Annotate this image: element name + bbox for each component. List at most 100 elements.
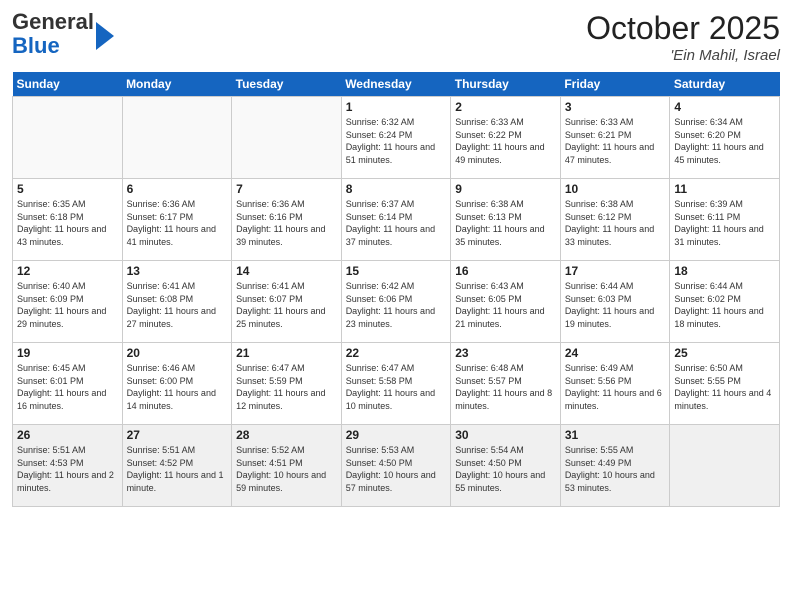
col-header-saturday: Saturday (670, 72, 780, 97)
day-cell: 10Sunrise: 6:38 AMSunset: 6:12 PMDayligh… (560, 179, 670, 261)
day-cell: 31 Sunrise: 5:55 AMSunset: 4:49 PMDayligh… (560, 425, 670, 507)
day-number: 10 (565, 182, 666, 196)
day-cell: 12Sunrise: 6:40 AMSunset: 6:09 PMDayligh… (13, 261, 123, 343)
day-number: 6 (127, 182, 228, 196)
day-number: 1 (346, 100, 447, 114)
day-number: 22 (346, 346, 447, 360)
day-info: Sunrise: 6:49 AMSunset: 5:56 PMDaylight:… (565, 362, 666, 412)
day-number: 21 (236, 346, 337, 360)
day-info: Sunrise: 6:40 AMSunset: 6:09 PMDaylight:… (17, 280, 118, 330)
day-cell: 26Sunrise: 5:51 AMSunset: 4:53 PMDayligh… (13, 425, 123, 507)
week-row-2: 5Sunrise: 6:35 AMSunset: 6:18 PMDaylight… (13, 179, 780, 261)
day-info: Sunrise: 6:43 AMSunset: 6:05 PMDaylight:… (455, 280, 556, 330)
day-cell: 16 Sunrise: 6:43 AMSunset: 6:05 PMDayligh… (451, 261, 561, 343)
day-number: 7 (236, 182, 337, 196)
day-info: Sunrise: 5:55 AMSunset: 4:49 PMDaylight:… (565, 444, 666, 494)
day-cell: 28Sunrise: 5:52 AMSunset: 4:51 PMDayligh… (232, 425, 342, 507)
col-header-tuesday: Tuesday (232, 72, 342, 97)
day-cell: 9 Sunrise: 6:38 AMSunset: 6:13 PMDaylight… (451, 179, 561, 261)
day-cell: 2Sunrise: 6:33 AMSunset: 6:22 PMDaylight… (451, 97, 561, 179)
day-cell: 17Sunrise: 6:44 AMSunset: 6:03 PMDayligh… (560, 261, 670, 343)
day-info: Sunrise: 6:37 AMSunset: 6:14 PMDaylight:… (346, 198, 447, 248)
day-number: 2 (455, 100, 556, 114)
day-cell: 6 Sunrise: 6:36 AMSunset: 6:17 PMDaylight… (122, 179, 232, 261)
day-info: Sunrise: 6:45 AMSunset: 6:01 PMDaylight:… (17, 362, 118, 412)
day-cell: 22 Sunrise: 6:47 AMSunset: 5:58 PMDayligh… (341, 343, 451, 425)
col-header-monday: Monday (122, 72, 232, 97)
day-number: 13 (127, 264, 228, 278)
day-cell: 18 Sunrise: 6:44 AMSunset: 6:02 PMDayligh… (670, 261, 780, 343)
day-number: 3 (565, 100, 666, 114)
day-number: 29 (346, 428, 447, 442)
header: General Blue October 2025 'Ein Mahil, Is… (12, 10, 780, 64)
day-number: 4 (674, 100, 775, 114)
day-number: 9 (455, 182, 556, 196)
day-info: Sunrise: 5:53 AMSunset: 4:50 PMDaylight:… (346, 444, 447, 494)
day-number: 5 (17, 182, 118, 196)
logo-general: General (12, 9, 94, 34)
day-number: 16 (455, 264, 556, 278)
day-cell: 14Sunrise: 6:41 AMSunset: 6:07 PMDayligh… (232, 261, 342, 343)
day-info: Sunrise: 6:42 AMSunset: 6:06 PMDaylight:… (346, 280, 447, 330)
day-number: 23 (455, 346, 556, 360)
day-number: 17 (565, 264, 666, 278)
col-header-wednesday: Wednesday (341, 72, 451, 97)
day-number: 30 (455, 428, 556, 442)
week-row-3: 12Sunrise: 6:40 AMSunset: 6:09 PMDayligh… (13, 261, 780, 343)
day-cell (13, 97, 123, 179)
day-cell: 21 Sunrise: 6:47 AMSunset: 5:59 PMDayligh… (232, 343, 342, 425)
day-cell: 1 Sunrise: 6:32 AMSunset: 6:24 PMDaylight… (341, 97, 451, 179)
day-info: Sunrise: 6:39 AMSunset: 6:11 PMDaylight:… (674, 198, 775, 248)
day-info: Sunrise: 6:36 AMSunset: 6:17 PMDaylight:… (127, 198, 228, 248)
day-cell: 11 Sunrise: 6:39 AMSunset: 6:11 PMDayligh… (670, 179, 780, 261)
day-number: 25 (674, 346, 775, 360)
day-info: Sunrise: 6:38 AMSunset: 6:13 PMDaylight:… (455, 198, 556, 248)
page-container: General Blue October 2025 'Ein Mahil, Is… (0, 0, 792, 515)
day-cell: 27 Sunrise: 5:51 AMSunset: 4:52 PMDayligh… (122, 425, 232, 507)
header-row: SundayMondayTuesdayWednesdayThursdayFrid… (13, 72, 780, 97)
day-cell: 25 Sunrise: 6:50 AMSunset: 5:55 PMDayligh… (670, 343, 780, 425)
day-info: Sunrise: 5:51 AMSunset: 4:53 PMDaylight:… (17, 444, 118, 494)
day-info: Sunrise: 6:46 AMSunset: 6:00 PMDaylight:… (127, 362, 228, 412)
day-cell: 19 Sunrise: 6:45 AMSunset: 6:01 PMDayligh… (13, 343, 123, 425)
day-number: 20 (127, 346, 228, 360)
day-cell: 20 Sunrise: 6:46 AMSunset: 6:00 PMDayligh… (122, 343, 232, 425)
day-info: Sunrise: 6:33 AMSunset: 6:21 PMDaylight:… (565, 116, 666, 166)
location: 'Ein Mahil, Israel (586, 47, 780, 64)
logo-blue: Blue (12, 33, 60, 58)
day-info: Sunrise: 6:48 AMSunset: 5:57 PMDaylight:… (455, 362, 556, 412)
month-title: October 2025 (586, 10, 780, 47)
day-cell: 4 Sunrise: 6:34 AMSunset: 6:20 PMDaylight… (670, 97, 780, 179)
col-header-sunday: Sunday (13, 72, 123, 97)
day-info: Sunrise: 6:50 AMSunset: 5:55 PMDaylight:… (674, 362, 775, 412)
day-info: Sunrise: 6:32 AMSunset: 6:24 PMDaylight:… (346, 116, 447, 166)
day-cell (122, 97, 232, 179)
day-info: Sunrise: 5:51 AMSunset: 4:52 PMDaylight:… (127, 444, 228, 494)
day-number: 27 (127, 428, 228, 442)
day-number: 31 (565, 428, 666, 442)
day-cell: 13 Sunrise: 6:41 AMSunset: 6:08 PMDayligh… (122, 261, 232, 343)
title-block: October 2025 'Ein Mahil, Israel (586, 10, 780, 64)
day-number: 18 (674, 264, 775, 278)
day-info: Sunrise: 5:52 AMSunset: 4:51 PMDaylight:… (236, 444, 337, 494)
week-row-1: 1 Sunrise: 6:32 AMSunset: 6:24 PMDaylight… (13, 97, 780, 179)
day-number: 24 (565, 346, 666, 360)
day-number: 15 (346, 264, 447, 278)
col-header-thursday: Thursday (451, 72, 561, 97)
day-info: Sunrise: 6:47 AMSunset: 5:59 PMDaylight:… (236, 362, 337, 412)
day-cell: 24 Sunrise: 6:49 AMSunset: 5:56 PMDayligh… (560, 343, 670, 425)
day-cell: 30Sunrise: 5:54 AMSunset: 4:50 PMDayligh… (451, 425, 561, 507)
day-info: Sunrise: 6:36 AMSunset: 6:16 PMDaylight:… (236, 198, 337, 248)
day-info: Sunrise: 6:47 AMSunset: 5:58 PMDaylight:… (346, 362, 447, 412)
day-number: 11 (674, 182, 775, 196)
logo-text-block: General Blue (12, 10, 114, 58)
day-number: 8 (346, 182, 447, 196)
day-cell (670, 425, 780, 507)
day-number: 19 (17, 346, 118, 360)
day-info: Sunrise: 6:41 AMSunset: 6:08 PMDaylight:… (127, 280, 228, 330)
day-info: Sunrise: 6:44 AMSunset: 6:02 PMDaylight:… (674, 280, 775, 330)
day-info: Sunrise: 6:34 AMSunset: 6:20 PMDaylight:… (674, 116, 775, 166)
day-cell: 8 Sunrise: 6:37 AMSunset: 6:14 PMDaylight… (341, 179, 451, 261)
day-cell: 5Sunrise: 6:35 AMSunset: 6:18 PMDaylight… (13, 179, 123, 261)
day-cell (232, 97, 342, 179)
